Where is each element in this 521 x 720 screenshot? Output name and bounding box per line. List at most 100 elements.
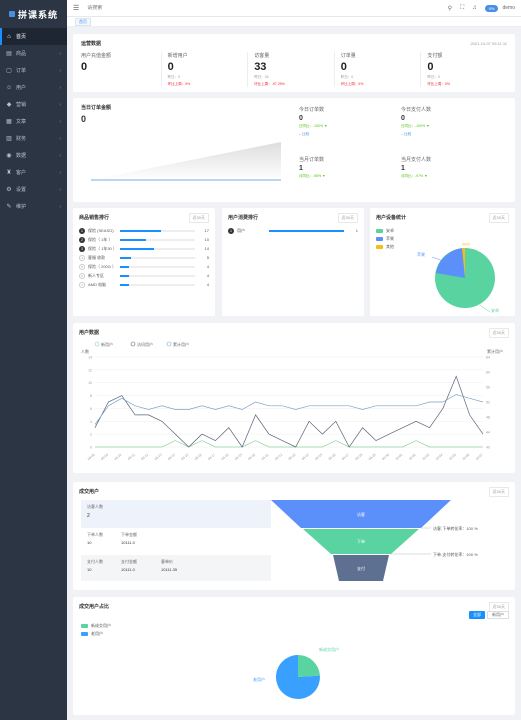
chevron-icon: › — [59, 203, 61, 210]
sidebar-item-4[interactable]: ◆ 营销 › — [0, 96, 67, 113]
y-tick-label: 8 — [90, 394, 92, 398]
user-rank-select[interactable]: 近30天 — [337, 213, 358, 223]
stat-card: 支付额 0 昨日：0 环比上周：0% — [420, 52, 507, 87]
trade-card-value: 0 — [299, 115, 303, 122]
rank-row: 3 保险（ 1年30 ） 14 — [79, 244, 209, 253]
funnel-level-visit-label: 访客 — [357, 511, 365, 517]
stat-card: 新增用户 0 昨日：0 环比上周：0% — [160, 52, 248, 87]
pie-label-other: 其他 — [462, 243, 470, 246]
stat-card: 订单量 0 昨日：0 环比上周：0% — [333, 52, 421, 87]
overview-title: 运营数据 — [81, 41, 102, 47]
chevron-icon: › — [59, 50, 61, 57]
buyer-all-button[interactable]: 全部 — [469, 611, 485, 619]
overview-time: 2021-10-07 09:11:11 — [470, 41, 507, 46]
rank-number: 1 — [228, 227, 234, 234]
sidebar-item-2[interactable]: ▢ 订单 › — [0, 62, 67, 79]
rank-name: 保险（ 1年 ） — [88, 236, 113, 242]
per-price-label: 客单价 — [161, 559, 173, 564]
y-tick-label: 10 — [88, 381, 92, 385]
x-tick-label: 09-28 — [354, 453, 363, 461]
legend-item[interactable]: 安卓 — [376, 228, 394, 234]
y-tick-label: 2 — [90, 433, 92, 437]
stat-compare: 环比上周：-97.25% — [254, 82, 285, 86]
trade-card: 当月支付人数 1 月同比：-97% ▼ — [401, 156, 501, 200]
x-tick-label: 09-29 — [368, 453, 377, 461]
rank-value: 1 — [355, 228, 358, 233]
legend-item[interactable]: 苹果 — [376, 236, 394, 242]
x-tick-label: 09-22 — [274, 453, 283, 461]
trade-card: 当月订单数 1 月同比：-98% ▼ — [299, 156, 399, 200]
rank-bar-fill — [120, 274, 129, 277]
y-axis-left-label: 人数 — [81, 348, 89, 354]
goods-rank-select[interactable]: 近30天 — [188, 213, 209, 223]
sidebar-item-8[interactable]: ♜ 客户 › — [0, 164, 67, 181]
sidebar-item-5[interactable]: ▦ 文章 › — [0, 113, 67, 130]
trade-card-link[interactable]: -- 比较 — [299, 132, 399, 137]
rank-number: 4 — [79, 254, 85, 261]
trade-value: 0 — [81, 114, 87, 124]
legend-item[interactable]: 其他 — [376, 244, 394, 250]
fullscreen-icon[interactable]: ⛶ — [460, 5, 464, 12]
x-tick-label: 09-11 — [127, 453, 136, 461]
trade-area-chart — [91, 142, 281, 181]
legend-label: 新用户 — [101, 341, 113, 347]
rank-row: 1 保险 (SEASG) 17 — [79, 226, 209, 235]
bell-icon[interactable]: ♫ — [472, 5, 477, 11]
rank-bar-fill — [120, 256, 132, 259]
chevron-icon: › — [59, 186, 61, 193]
y2-tick-label: 56 — [486, 386, 490, 390]
sidebar-item-label: 财务 — [16, 136, 27, 142]
search-input[interactable] — [87, 5, 168, 11]
rank-name: 保险 (SEASG) — [88, 227, 114, 233]
sidebar-item-3[interactable]: ☺ 用户 › — [0, 79, 67, 96]
x-tick-label: 09-30 — [381, 453, 390, 461]
rank-bar — [120, 256, 195, 259]
funnel-select[interactable]: 近30天 — [488, 487, 509, 497]
user-menu[interactable]: demo — [502, 5, 515, 11]
series-line-2 — [94, 394, 484, 425]
rank-name: 保险（ 200G ） — [88, 263, 116, 269]
sidebar-icon-3: ☺ — [5, 84, 13, 91]
search-icon[interactable]: ⚲ — [448, 5, 452, 12]
buyer-title: 成交用户占比 — [79, 604, 110, 610]
sidebar-item-label: 设置 — [16, 187, 27, 193]
sidebar-item-1[interactable]: ▤ 商品 › — [0, 45, 67, 62]
stat-label: 支付额 — [427, 53, 443, 59]
stat-label: 用户充值金额 — [81, 53, 112, 59]
user-data-title: 用户数据 — [79, 330, 100, 336]
trade-card-sub: 日同比：-100% ▼ — [299, 124, 328, 128]
x-tick-label: 09-24 — [301, 453, 310, 461]
user-rank-panel: 用户消费排行 近30天 1 用户 1 — [222, 208, 364, 316]
device-select[interactable]: 近30天 — [488, 213, 509, 223]
sidebar-item-0[interactable]: ⌂ 首页 — [0, 28, 67, 45]
sidebar-item-10[interactable]: ✎ 维护 › — [0, 198, 67, 215]
legend-label: 其他 — [386, 244, 394, 249]
legend-item[interactable]: 老用户 — [81, 631, 111, 637]
rank-value: 14 — [204, 246, 209, 251]
pay-amount-label: 支付金额 — [121, 559, 137, 564]
stat-card: 访客量 33 昨日：34 环比上周：-97.25% — [247, 52, 334, 87]
sidebar-icon-9: ⚙ — [6, 187, 12, 193]
rank-bar-fill — [120, 229, 162, 232]
sidebar-item-label: 商品 — [16, 51, 27, 57]
x-tick-label: 09-09 — [100, 453, 109, 461]
rank-row: 1 用户 1 — [228, 226, 358, 235]
legend-item[interactable]: 新成交用户 — [81, 623, 111, 629]
stat-compare: 环比上周：0% — [340, 82, 364, 86]
sidebar-item-7[interactable]: ◉ 数据 › — [0, 147, 67, 164]
order-amount: 10111.0 — [121, 540, 135, 545]
device-panel: 用户设备统计 近30天 安卓 苹果 其他 安卓 苹果 其他 — [370, 208, 515, 316]
trade-card-link[interactable]: -- 比较 — [401, 132, 501, 137]
menu-toggle-icon[interactable]: ☰ — [73, 4, 79, 12]
y-tick-label: 14 — [88, 356, 92, 360]
tag-home[interactable]: 首页 — [75, 17, 91, 26]
app-logo[interactable]: 拼课系统 — [0, 0, 67, 28]
legend-marker — [94, 341, 100, 347]
user-rank-list: 1 用户 1 — [228, 226, 358, 235]
stat-value: 0 — [167, 61, 174, 73]
stat-yesterday: 昨日：0 — [167, 75, 181, 79]
sidebar-icon-10: ✎ — [6, 204, 12, 210]
buyer-new-button[interactable]: 新用户 — [487, 611, 509, 619]
sidebar-item-9[interactable]: ⚙ 设置 › — [0, 181, 67, 198]
sidebar-item-6[interactable]: ▥ 财务 › — [0, 130, 67, 147]
